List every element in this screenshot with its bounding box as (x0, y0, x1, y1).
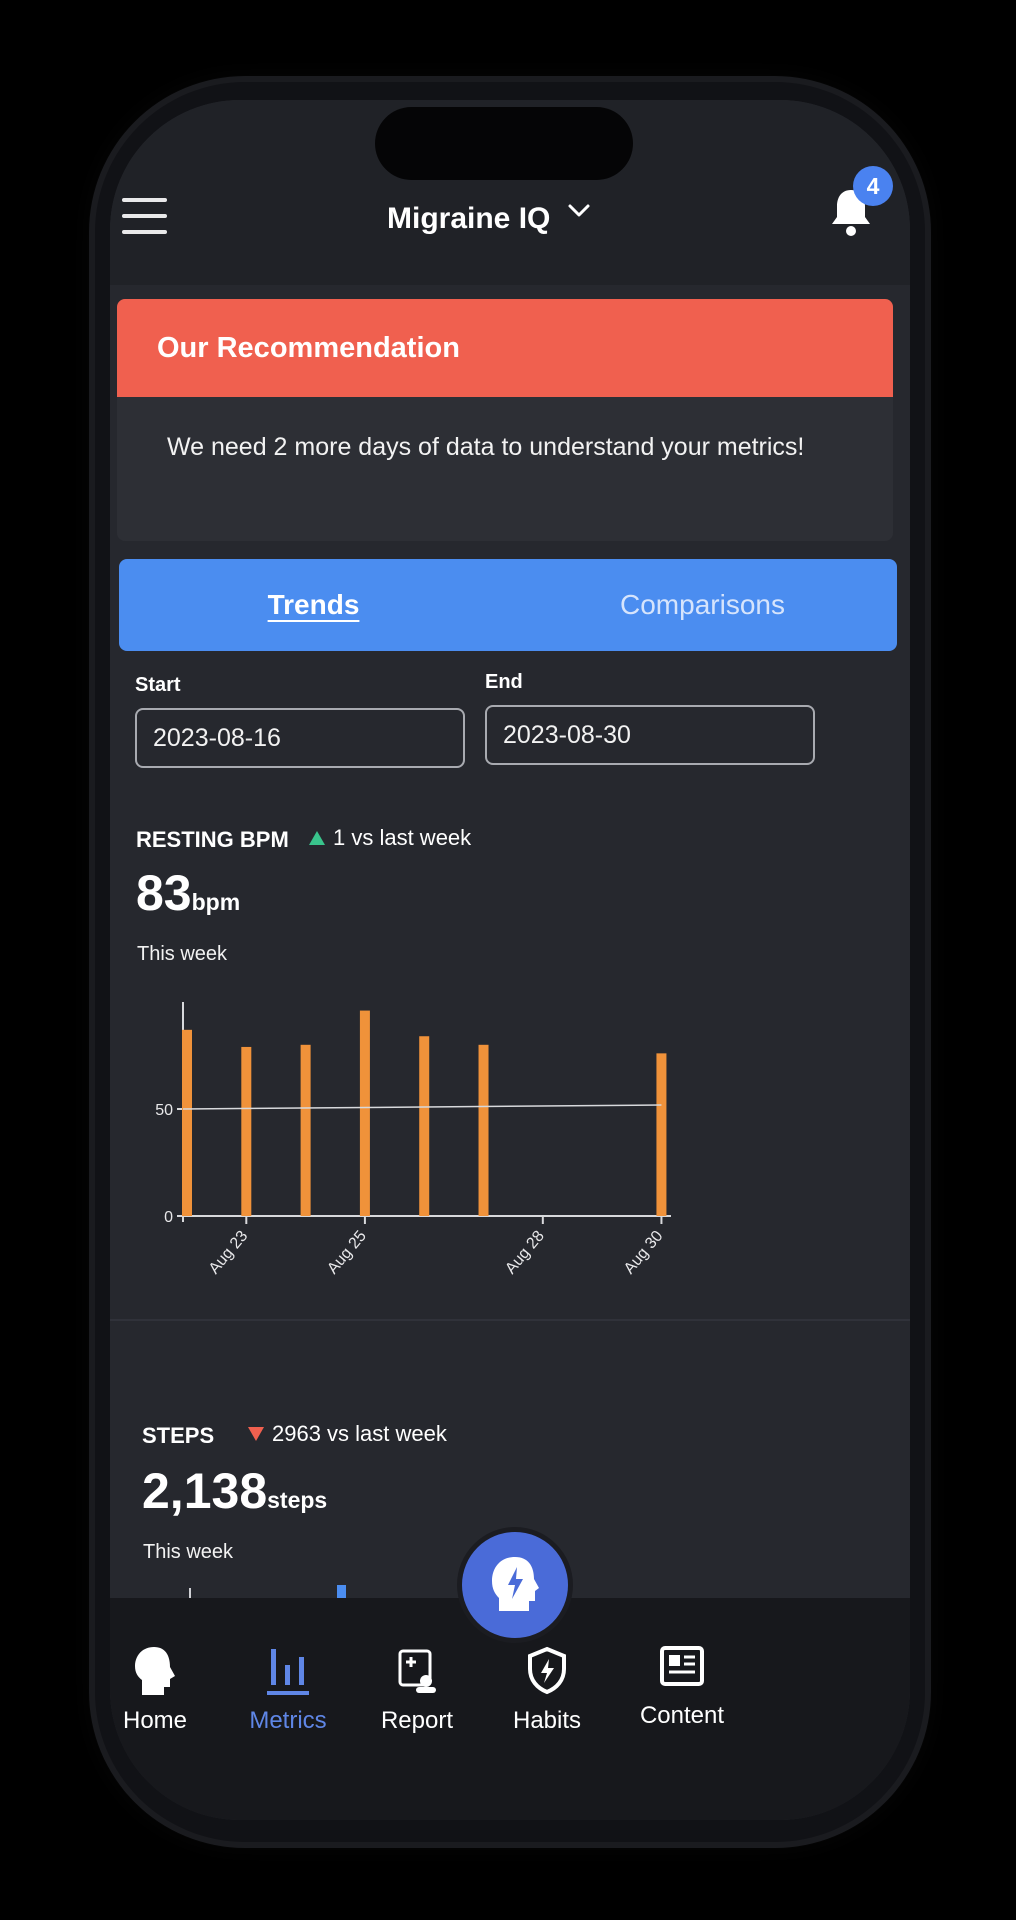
steps-delta-text: 2963 vs last week (272, 1421, 447, 1446)
resting-bpm-period: This week (137, 943, 228, 965)
nav-habits[interactable]: Habits (477, 1645, 617, 1735)
start-date-field[interactable]: 2023-08-16 (135, 708, 465, 768)
recommendation-card: Our Recommendation We need 2 more days o… (117, 299, 893, 541)
resting-bpm-unit: bpm (191, 889, 241, 915)
resting-bpm-delta: 1 vs last week (309, 825, 471, 851)
trend-up-icon (309, 831, 325, 845)
nav-report-label: Report (380, 1707, 454, 1734)
recommendation-header: Our Recommendation (117, 299, 893, 397)
end-date-field[interactable]: 2023-08-30 (485, 705, 815, 765)
bpm-bar (182, 1029, 192, 1216)
resting-bpm-title: RESTING BPM (136, 827, 289, 852)
tab-comparisons[interactable]: Comparisons (508, 559, 897, 651)
x-tick-label: Aug 25 (324, 1228, 370, 1278)
trend-down-icon (248, 1427, 264, 1441)
head-bolt-icon (492, 1557, 539, 1611)
recommendation-text: We need 2 more days of data to understan… (167, 433, 805, 461)
notification-badge: 4 (853, 166, 893, 206)
newspaper-icon (660, 1646, 704, 1686)
tab-trends[interactable]: Trends (119, 559, 508, 651)
steps-number: 2,138 (142, 1463, 268, 1519)
end-date-label: End (485, 671, 523, 693)
bpm-bar (656, 1053, 667, 1216)
x-tick-label: Aug 23 (206, 1228, 252, 1278)
bpm-bar (241, 1046, 252, 1216)
x-tick-label: Aug 30 (621, 1228, 667, 1278)
bar-chart-icon (267, 1649, 309, 1695)
resting-bpm-value: 83bpm (136, 864, 240, 922)
start-date-label: Start (135, 674, 181, 696)
steps-period: This week (143, 1541, 234, 1563)
x-tick-label: Aug 28 (502, 1228, 548, 1278)
recommendation-title: Our Recommendation (157, 331, 460, 364)
report-icon (398, 1649, 436, 1693)
bpm-bar (478, 1044, 489, 1216)
bpm-bar (419, 1036, 430, 1216)
steps-unit: steps (267, 1487, 328, 1513)
view-tabs: Trends Comparisons (119, 559, 897, 651)
steps-delta: 2963 vs last week (248, 1421, 447, 1447)
bpm-bar (359, 1010, 370, 1216)
resting-bpm-chart: 0 50 Aug 23 Aug 25 Aug 28 Aug 30 (155, 1002, 671, 1278)
nav-metrics[interactable]: Metrics (218, 1645, 358, 1735)
nav-content-label: Content (639, 1702, 725, 1729)
dynamic-island (375, 107, 633, 180)
nav-metrics-label: Metrics (249, 1707, 327, 1734)
app-title[interactable]: Migraine IQ (387, 202, 550, 236)
steps-value: 2,138steps (142, 1462, 327, 1520)
nav-home[interactable]: Home (110, 1645, 225, 1735)
y-tick-label: 50 (155, 1102, 173, 1119)
bpm-bar (300, 1044, 311, 1216)
resting-bpm-number: 83 (136, 865, 192, 921)
y-tick-label: 0 (164, 1209, 173, 1226)
resting-bpm-delta-text: 1 vs last week (333, 825, 472, 850)
chevron-down-icon[interactable] (566, 198, 592, 224)
nav-content[interactable]: Content (612, 1640, 752, 1730)
head-icon (135, 1647, 175, 1695)
nav-habits-label: Habits (512, 1707, 582, 1734)
section-divider (110, 1319, 910, 1321)
app-screen: Migraine IQ 4 Our Recommendation We need… (110, 100, 910, 1820)
nav-home-label: Home (122, 1707, 188, 1734)
steps-title: STEPS (142, 1423, 215, 1448)
log-migraine-button[interactable] (462, 1532, 568, 1638)
hamburger-menu-icon[interactable] (122, 198, 167, 234)
shield-bolt-icon (528, 1646, 566, 1695)
nav-report[interactable]: Report (347, 1645, 487, 1735)
